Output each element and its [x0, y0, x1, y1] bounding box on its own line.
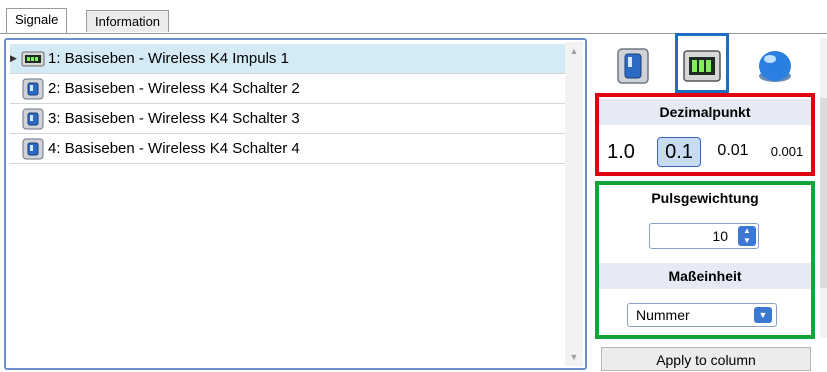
signal-label: 3: Basiseben - Wireless K4 Schalter 3	[48, 110, 300, 127]
unit-select[interactable]: Nummer ▼	[627, 303, 777, 327]
signal-label: 2: Basiseben - Wireless K4 Schalter 2	[48, 80, 300, 97]
switch-icon	[617, 48, 649, 84]
stepper-arrows-icon[interactable]: ▲ ▼	[738, 226, 756, 246]
signal-list: ▶ 1: Basiseben - Wireless K4 Impuls 1 2:…	[4, 38, 587, 370]
decimal-option-1-0[interactable]: 1.0	[603, 137, 639, 167]
signal-row-4[interactable]: 4: Basiseben - Wireless K4 Schalter 4	[10, 134, 565, 164]
scrollbar-thumb[interactable]	[820, 98, 827, 288]
decimal-point-title: Dezimalpunkt	[599, 99, 811, 125]
decimal-option-0-1[interactable]: 0.1	[657, 137, 701, 167]
decimal-option-0-001[interactable]: 0.001	[765, 137, 809, 165]
lamp-icon	[759, 51, 791, 82]
apply-to-column-button[interactable]: Apply to column	[601, 347, 811, 371]
selected-mode-highlight	[675, 33, 729, 93]
scroll-down-icon[interactable]: ▼	[565, 348, 583, 366]
panel-scrollbar[interactable]	[820, 38, 827, 338]
switch-icon	[20, 77, 46, 101]
decimal-point-section: Dezimalpunkt 1.0 0.1 0.01 0.001	[595, 93, 815, 176]
lamp-mode-button[interactable]	[755, 44, 795, 88]
signal-row-1[interactable]: ▶ 1: Basiseben - Wireless K4 Impuls 1	[10, 44, 565, 74]
chevron-down-icon[interactable]: ▼	[754, 307, 772, 323]
counter-display-icon	[20, 47, 46, 71]
list-scrollbar[interactable]: ▲ ▼	[565, 42, 583, 366]
signal-row-3[interactable]: 3: Basiseben - Wireless K4 Schalter 3	[10, 104, 565, 134]
pulse-weight-value: 10	[712, 228, 728, 244]
row-pointer-icon: ▶	[10, 53, 17, 63]
unit-value: Nummer	[636, 307, 690, 323]
tab-information[interactable]: Information	[86, 10, 170, 32]
tab-signale[interactable]: Signale	[6, 8, 68, 34]
signal-label: 1: Basiseben - Wireless K4 Impuls 1	[48, 50, 289, 67]
decimal-option-0-01[interactable]: 0.01	[711, 137, 755, 165]
switch-icon	[20, 107, 46, 131]
unit-title: Maßeinheit	[599, 263, 811, 289]
signal-row-2[interactable]: 2: Basiseben - Wireless K4 Schalter 2	[10, 74, 565, 104]
pulse-unit-section: Pulsgewichtung 10 ▲ ▼ Maßeinheit Nummer ▼	[595, 181, 815, 339]
switch-icon	[20, 137, 46, 161]
signal-config-panel: Dezimalpunkt 1.0 0.1 0.01 0.001 Pulsgewi…	[591, 33, 827, 372]
signal-label: 4: Basiseben - Wireless K4 Schalter 4	[48, 140, 300, 157]
pulse-weight-stepper[interactable]: 10 ▲ ▼	[649, 223, 759, 249]
switch-mode-button[interactable]	[613, 44, 653, 88]
pulse-weight-title: Pulsgewichtung	[599, 185, 811, 211]
scroll-up-icon[interactable]: ▲	[565, 42, 583, 60]
